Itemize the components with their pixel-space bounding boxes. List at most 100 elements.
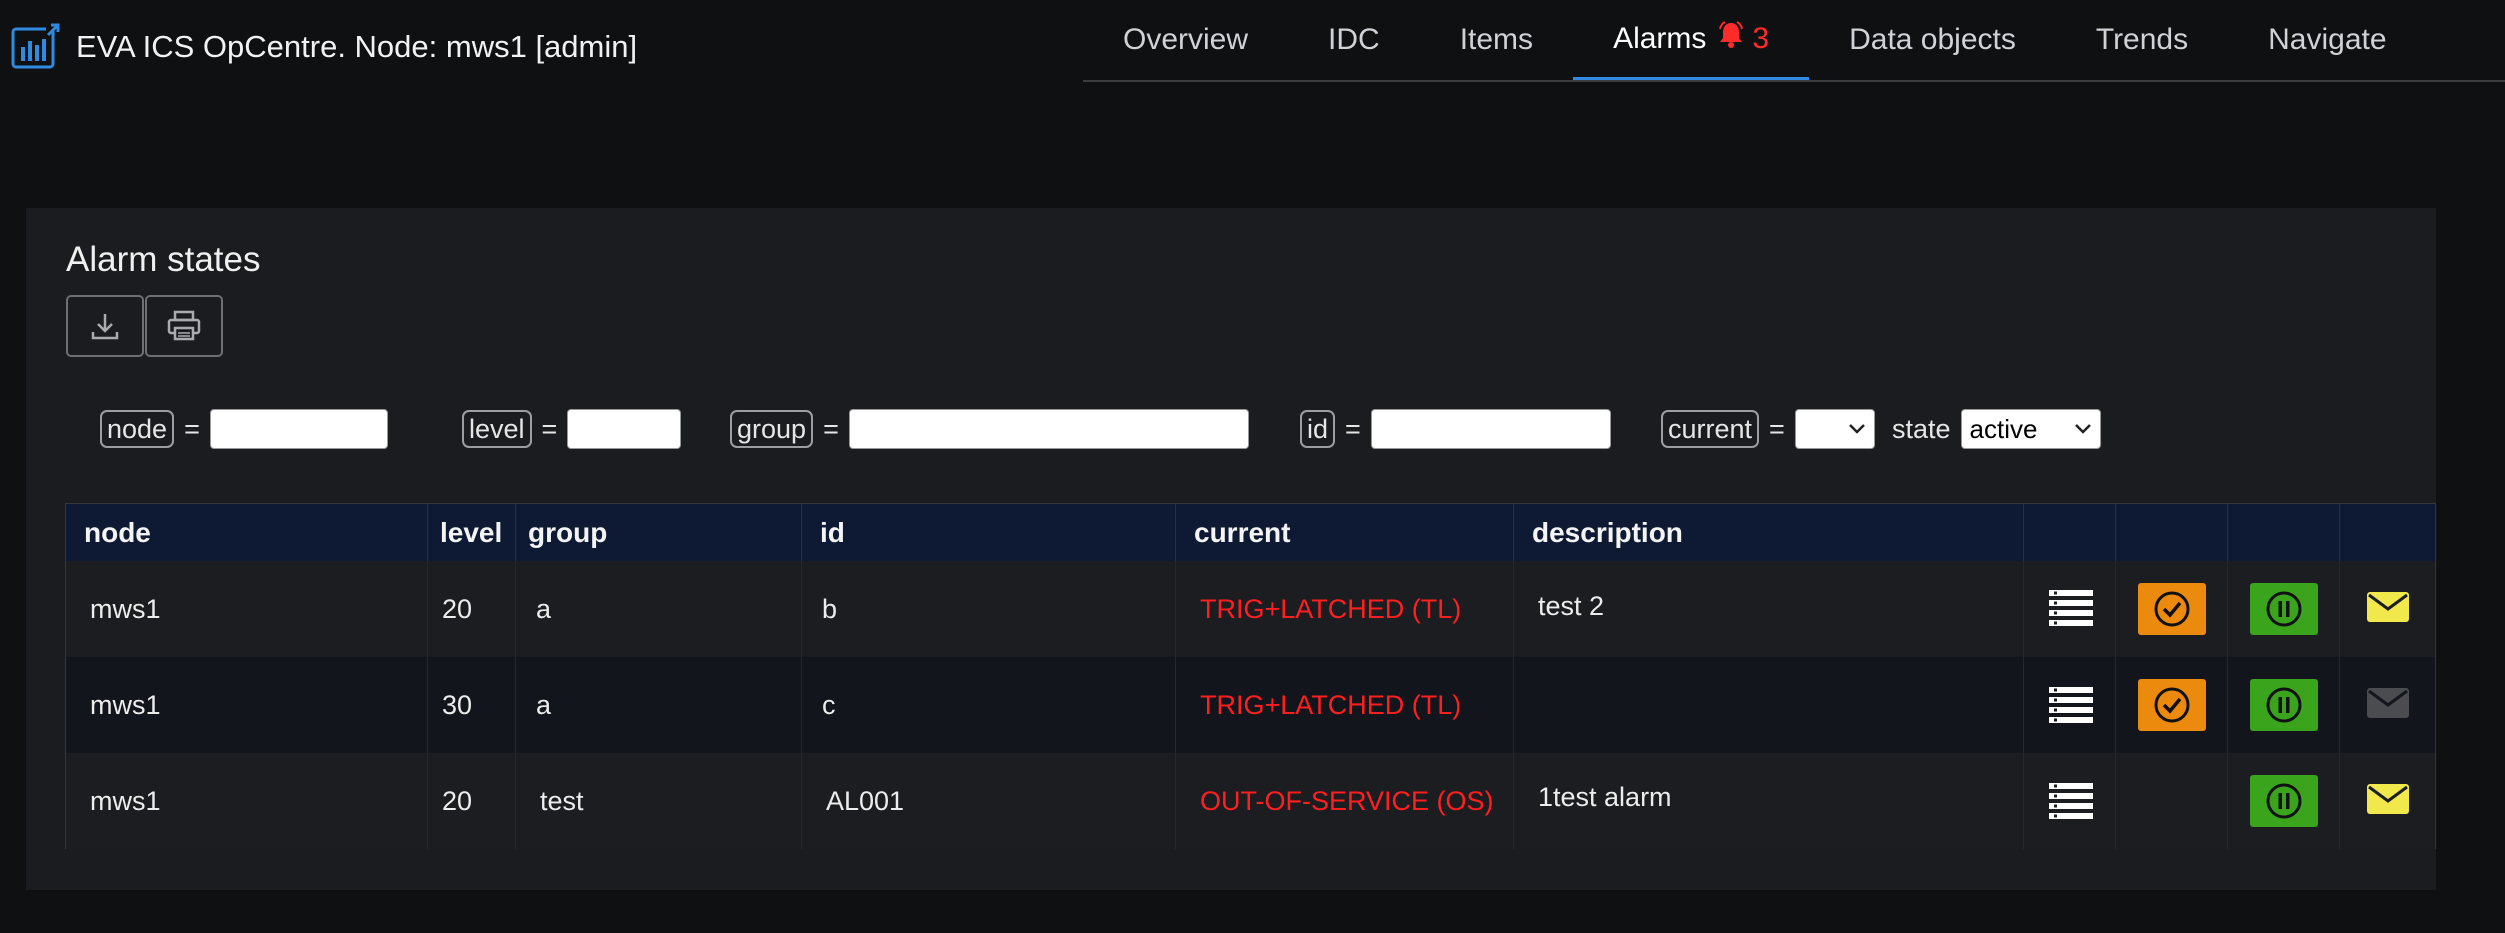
cell-group: a	[516, 561, 802, 657]
brand[interactable]: EVA ICS OpCentre. Node: mws1 [admin]	[10, 22, 637, 72]
filter-group: group =	[730, 406, 1249, 452]
cell-ack	[2116, 753, 2228, 849]
filter-node: node =	[100, 406, 388, 452]
cell-level: 20	[428, 753, 516, 849]
filter-label: group	[730, 410, 814, 448]
filter-state: state active	[1892, 406, 2101, 452]
cell-group: a	[516, 657, 802, 753]
shelve-button[interactable]	[2250, 679, 2318, 731]
tab-overview[interactable]: Overview	[1083, 0, 1288, 80]
download-button[interactable]	[66, 295, 144, 357]
pause-circle-icon	[2266, 687, 2302, 723]
cell-current-status: TRIG+LATCHED (TL)	[1176, 561, 1514, 657]
cell-id: AL001	[802, 753, 1176, 849]
list-icon	[2049, 783, 2093, 819]
cell-node: mws1	[66, 561, 428, 657]
filter-level: level =	[462, 406, 682, 452]
main-nav: Overview IDC Items Alarms 3 Data objects…	[1083, 0, 2505, 82]
cell-node: mws1	[66, 657, 428, 753]
equals-sign: =	[1345, 413, 1361, 444]
column-header-description[interactable]: description	[1514, 504, 2024, 561]
cell-description: 1test alarm	[1514, 753, 2024, 849]
column-header-level[interactable]: level	[428, 504, 516, 561]
cell-id: c	[802, 657, 1176, 753]
tab-items[interactable]: Items	[1420, 0, 1573, 80]
tab-trends[interactable]: Trends	[2056, 0, 2228, 80]
shelve-button[interactable]	[2250, 775, 2318, 827]
tab-data-objects[interactable]: Data objects	[1809, 0, 2056, 80]
cell-level: 30	[428, 657, 516, 753]
filter-label: level	[462, 410, 532, 448]
filter-current: current =	[1661, 406, 1875, 452]
pause-circle-icon	[2266, 591, 2302, 627]
mail-icon	[2367, 784, 2409, 814]
column-header-notify	[2340, 504, 2436, 561]
alarm-count-badge: 3	[1752, 21, 1770, 55]
chevron-down-icon	[2074, 424, 2091, 434]
notify-button[interactable]	[2367, 592, 2409, 622]
tab-navigate[interactable]: Navigate	[2228, 0, 2426, 80]
group-filter-input[interactable]	[848, 409, 1249, 449]
filter-label: state	[1892, 413, 1951, 444]
equals-sign: =	[541, 413, 558, 444]
column-header-node[interactable]: node	[66, 504, 428, 561]
tab-alarms[interactable]: Alarms 3	[1573, 0, 1810, 80]
notify-button[interactable]	[2367, 688, 2409, 718]
alarm-table: node level group id current description …	[65, 503, 2436, 849]
filter-label: current	[1661, 410, 1760, 448]
column-header-id[interactable]: id	[802, 504, 1176, 561]
cell-current-status: TRIG+LATCHED (TL)	[1176, 657, 1514, 753]
bell-icon	[1718, 21, 1744, 56]
id-filter-input[interactable]	[1370, 409, 1611, 449]
equals-sign: =	[184, 413, 200, 444]
panel-title: Alarm states	[66, 240, 261, 279]
acknowledge-button[interactable]	[2138, 583, 2206, 635]
column-header-details	[2024, 504, 2116, 561]
pause-circle-icon	[2266, 783, 2302, 819]
tab-label: Trends	[2095, 23, 2189, 56]
cell-id: b	[802, 561, 1176, 657]
column-header-current[interactable]: current	[1176, 504, 1514, 561]
cell-description: test 2	[1514, 561, 2024, 657]
check-circle-icon	[2154, 687, 2190, 723]
cell-current-status: OUT-OF-SERVICE (OS)	[1176, 753, 1514, 849]
details-button[interactable]	[2049, 687, 2093, 723]
table-row[interactable]: mws1 20 a b TRIG+LATCHED (TL) test 2	[66, 561, 2435, 657]
shelve-button[interactable]	[2250, 583, 2318, 635]
tab-idc[interactable]: IDC	[1288, 0, 1420, 80]
alarm-states-panel: Alarm states node = level = group = id =…	[26, 208, 2436, 890]
state-filter-select[interactable]: active	[1960, 409, 2101, 449]
tab-label: Overview	[1123, 23, 1249, 56]
print-button[interactable]	[145, 295, 223, 357]
tab-label: Alarms	[1613, 21, 1707, 55]
filter-label: id	[1300, 410, 1336, 448]
details-button[interactable]	[2049, 783, 2093, 819]
mail-icon	[2367, 688, 2409, 718]
check-circle-icon	[2154, 591, 2190, 627]
equals-sign: =	[1769, 413, 1785, 444]
filter-bar: node = level = group = id = current = st…	[76, 406, 2376, 454]
cell-group: test	[516, 753, 802, 849]
table-row[interactable]: mws1 20 test AL001 OUT-OF-SERVICE (OS) 1…	[66, 753, 2435, 849]
list-icon	[2049, 590, 2093, 626]
table-row[interactable]: mws1 30 a c TRIG+LATCHED (TL)	[66, 657, 2435, 753]
current-filter-select[interactable]	[1794, 409, 1875, 449]
mail-icon	[2367, 592, 2409, 622]
column-header-ack	[2116, 504, 2228, 561]
cell-description	[1514, 657, 2024, 753]
table-header: node level group id current description	[66, 504, 2435, 561]
download-icon	[91, 314, 119, 340]
list-icon	[2049, 687, 2093, 723]
filter-label: node	[100, 410, 175, 448]
acknowledge-button[interactable]	[2138, 679, 2206, 731]
tab-label: Navigate	[2268, 23, 2387, 56]
notify-button[interactable]	[2367, 784, 2409, 814]
cell-node: mws1	[66, 753, 428, 849]
chevron-down-icon	[1848, 424, 1865, 434]
level-filter-input[interactable]	[567, 409, 682, 449]
column-header-shelve	[2228, 504, 2340, 561]
column-header-group[interactable]: group	[516, 504, 802, 561]
details-button[interactable]	[2049, 590, 2093, 626]
node-filter-input[interactable]	[209, 409, 388, 449]
tab-label: Items	[1459, 23, 1534, 56]
